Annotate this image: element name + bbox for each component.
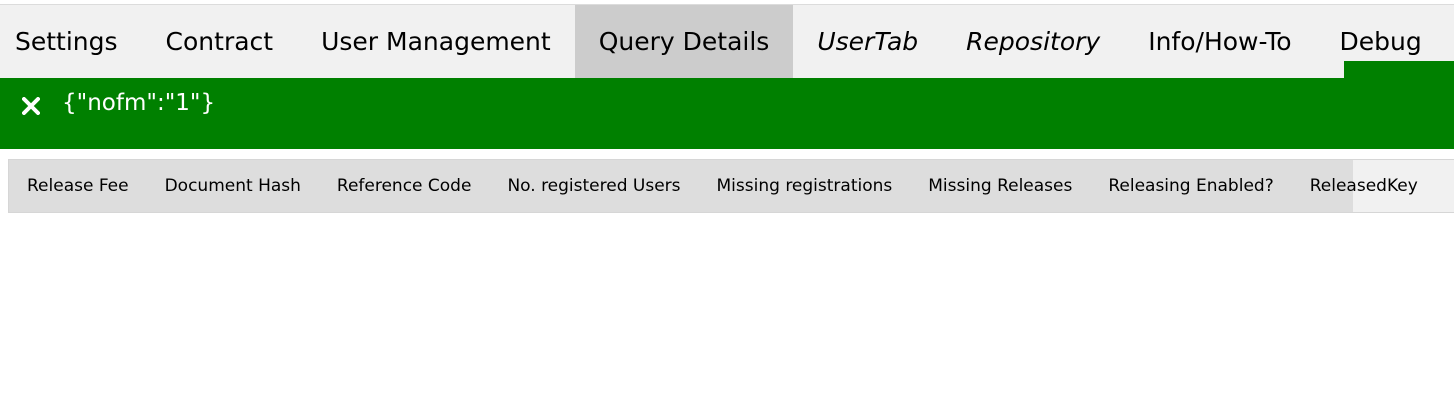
- tab-repository[interactable]: Repository: [942, 5, 1124, 78]
- tab-info-how-to[interactable]: Info/How-To: [1124, 5, 1315, 78]
- tab-contract[interactable]: Contract: [142, 5, 298, 78]
- tab-usertab[interactable]: UserTab: [793, 5, 942, 78]
- subtab-release-fee[interactable]: Release Fee: [9, 160, 147, 212]
- subtab-releasing-enabled[interactable]: Releasing Enabled?: [1090, 160, 1291, 212]
- subtab-registered-users[interactable]: No. registered Users: [489, 160, 698, 212]
- tab-user-management[interactable]: User Management: [297, 5, 575, 78]
- content-area: [0, 213, 1454, 415]
- subtab-released-key[interactable]: ReleasedKey: [1292, 160, 1436, 212]
- tab-query-details[interactable]: Query Details: [574, 5, 794, 78]
- subtab-missing-releases[interactable]: Missing Releases: [910, 160, 1090, 212]
- query-details-subtab-bar: Release Fee Document Hash Reference Code…: [8, 159, 1454, 213]
- close-icon[interactable]: [20, 92, 42, 120]
- subtab-document-hash[interactable]: Document Hash: [147, 160, 319, 212]
- main-tab-bar: Settings Contract User Management Query …: [0, 4, 1454, 78]
- alert-banner: {"nofm":"1"}: [0, 78, 1454, 149]
- subtab-missing-registrations[interactable]: Missing registrations: [699, 160, 911, 212]
- alert-banner-notch: [1344, 61, 1454, 78]
- alert-message: {"nofm":"1"}: [62, 90, 216, 116]
- tab-settings[interactable]: Settings: [0, 5, 142, 78]
- subtab-list: Release Fee Document Hash Reference Code…: [9, 160, 1418, 212]
- subtab-reference-code[interactable]: Reference Code: [319, 160, 490, 212]
